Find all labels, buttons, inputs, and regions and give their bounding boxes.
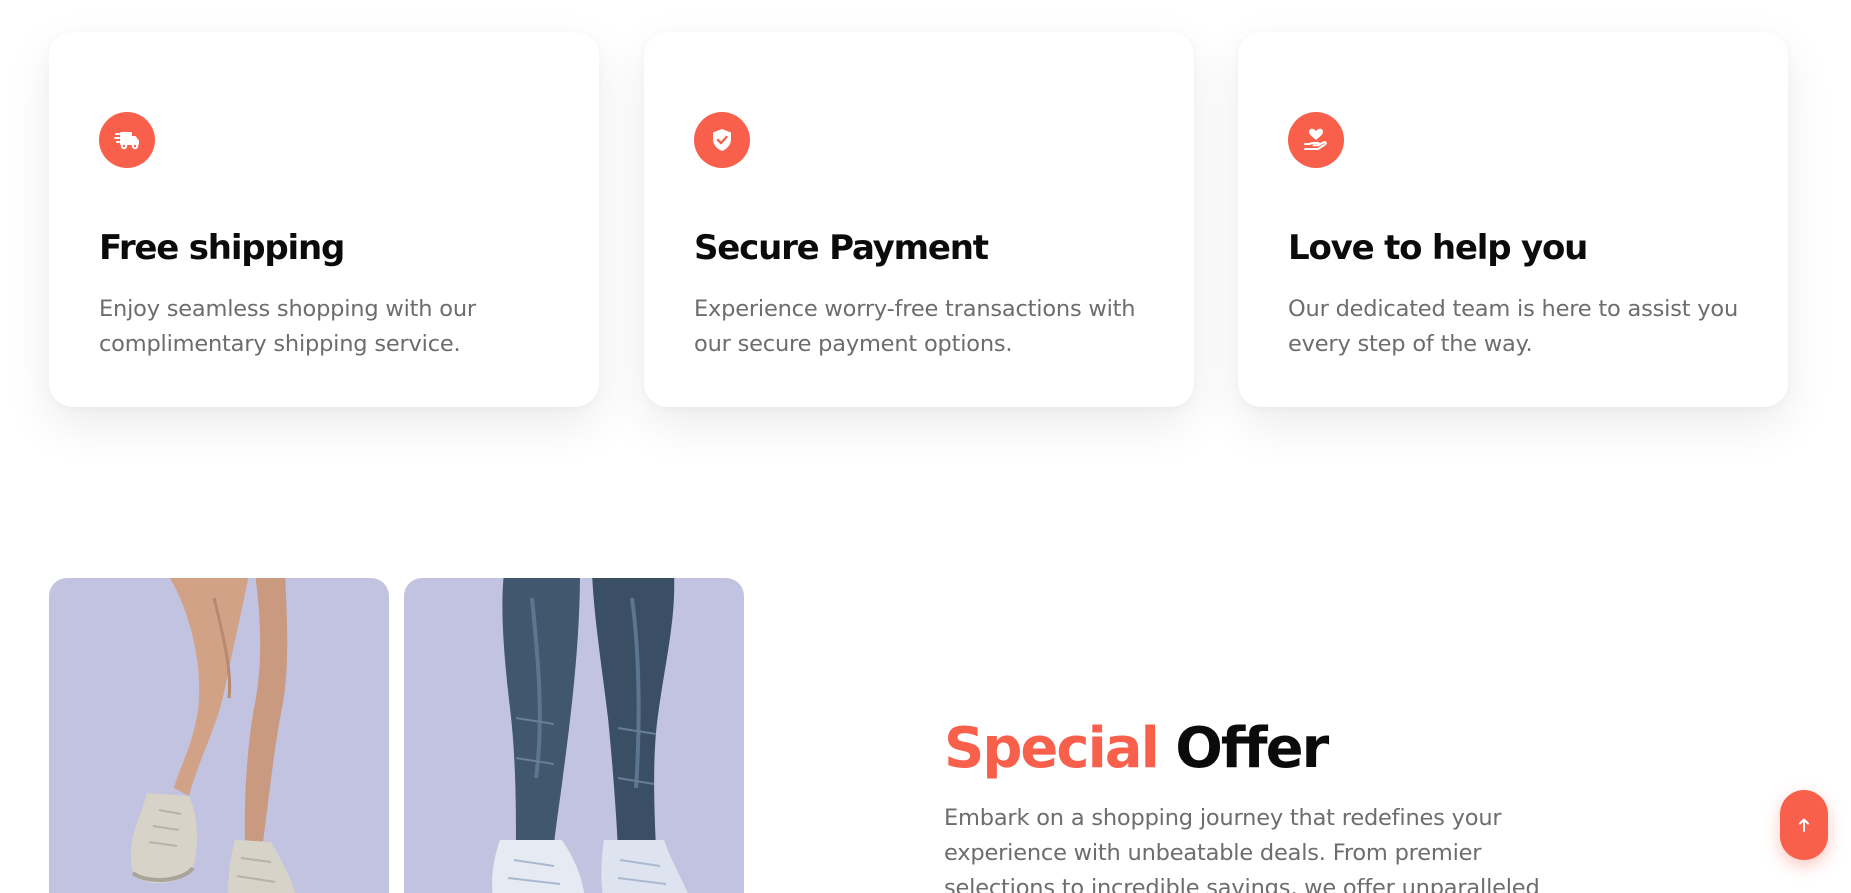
delivery-truck-icon bbox=[99, 112, 155, 168]
special-offer-title: Special Offer bbox=[944, 716, 1329, 781]
scroll-to-top-button[interactable] bbox=[1780, 790, 1828, 860]
feature-card-free-shipping: Free shipping Enjoy seamless shopping wi… bbox=[49, 32, 599, 407]
feature-description: Experience worry-free transactions with … bbox=[694, 296, 1136, 357]
feature-title: Love to help you bbox=[1288, 228, 1588, 268]
feature-description: Our dedicated team is here to assist you… bbox=[1288, 296, 1739, 357]
features-section: Free shipping Enjoy seamless shopping wi… bbox=[0, 0, 1851, 460]
feature-card-secure-payment: Secure Payment Experience worry-free tra… bbox=[644, 32, 1194, 407]
feature-title: Free shipping bbox=[99, 228, 345, 268]
feature-card-love-to-help: Love to help you Our dedicated team is h… bbox=[1238, 32, 1788, 407]
special-offer-title-accent: Special bbox=[944, 716, 1160, 781]
feature-description: Enjoy seamless shopping with our complim… bbox=[99, 296, 476, 357]
product-photo-jeans-sneakers bbox=[404, 578, 744, 893]
shield-check-icon bbox=[694, 112, 750, 168]
hand-heart-icon bbox=[1288, 112, 1344, 168]
special-offer-description: Embark on a shopping journey that redefi… bbox=[944, 805, 1540, 893]
feature-title: Secure Payment bbox=[694, 228, 989, 268]
arrow-up-icon bbox=[1799, 818, 1809, 832]
product-photo-sneakers-legs bbox=[49, 578, 389, 893]
special-offer-title-rest: Offer bbox=[1175, 716, 1329, 781]
